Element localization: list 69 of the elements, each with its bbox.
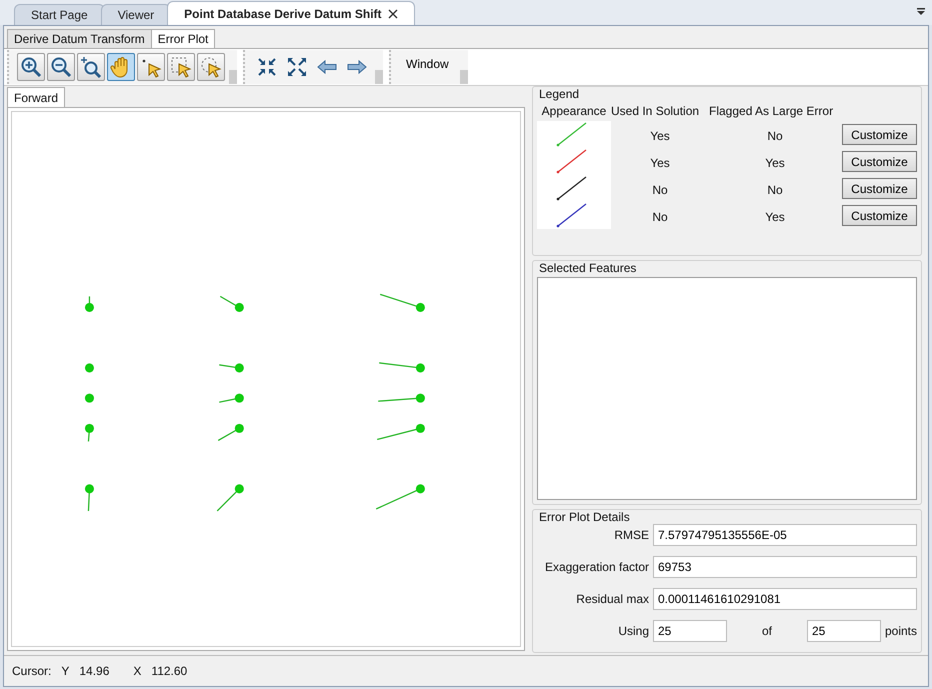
customize-button[interactable]: Customize [842, 151, 917, 172]
status-value: 14.96 [79, 664, 110, 678]
field-label: Residual max [575, 592, 649, 606]
table-cell-text: No [651, 182, 669, 197]
error-vector [219, 394, 244, 403]
customize-button[interactable]: Customize [842, 205, 917, 226]
zoom-in-icon [20, 56, 42, 78]
error-vector [220, 296, 244, 312]
error-vector [379, 362, 425, 372]
zoom-out-icon [50, 56, 72, 78]
column-header: Flagged As Large Error [709, 104, 834, 118]
arrows-outward-icon [286, 56, 308, 78]
field-label: of [760, 624, 773, 638]
circle-pointer-icon [200, 56, 222, 78]
document-tab[interactable]: Point Database Derive Datum Shift [167, 1, 415, 25]
error-vector [376, 484, 425, 510]
magnifier-plus-icon [80, 56, 102, 78]
rectangle-pointer-icon [170, 56, 192, 78]
error-vector [216, 484, 244, 512]
text-field[interactable]: 69753 [653, 556, 917, 578]
tab[interactable]: Derive Datum Transform [7, 29, 152, 48]
error-vector [219, 363, 244, 372]
toolbar-button[interactable] [17, 53, 45, 81]
toolbar-button[interactable] [197, 53, 225, 81]
close-icon [388, 8, 398, 18]
error-vector [84, 394, 94, 403]
toolbar-button[interactable] [167, 53, 195, 81]
arrows-inward-icon [256, 56, 278, 78]
error-vector [218, 424, 244, 441]
customize-button[interactable]: Customize [842, 124, 917, 145]
toolbar-button[interactable] [77, 53, 105, 81]
tab[interactable]: Error Plot [150, 29, 216, 48]
error-vector [84, 296, 94, 312]
text-field[interactable]: 0.00011461610291081 [653, 588, 917, 610]
table-cell-text: Yes [649, 155, 671, 170]
table-cell-text: No [766, 182, 784, 197]
toolbar-overflow-grip[interactable] [229, 70, 237, 84]
table-cell-text: Yes [649, 128, 671, 143]
column-header: Appearance [540, 104, 608, 118]
tab[interactable]: Forward [7, 87, 66, 107]
table-cell-text: Yes [764, 155, 786, 170]
field-label: Exaggeration factor [544, 560, 649, 574]
table-cell-text: Yes [764, 209, 786, 224]
table-cell-text: No [651, 209, 669, 224]
table-cell-text: No [766, 128, 784, 143]
status-label: Cursor: [12, 664, 52, 678]
error-vector [84, 363, 94, 372]
status-label: Y [61, 664, 70, 678]
error-vector [378, 394, 425, 403]
field-label: points [884, 624, 917, 638]
toolbar-button[interactable] [47, 53, 75, 81]
column-header: Used In Solution [611, 104, 700, 118]
error-vector [380, 294, 425, 312]
document-tab[interactable]: Start Page [14, 4, 105, 25]
field-label: Using [617, 624, 649, 638]
text-field[interactable]: 7.57974795135556E-05 [653, 524, 917, 546]
menu-caret-icon [916, 8, 926, 16]
status-label: X [133, 664, 142, 678]
error-vector [377, 424, 425, 440]
text-field[interactable]: 25 [806, 620, 881, 642]
toolbar-overflow-grip[interactable] [375, 70, 383, 84]
toolbar-overflow-grip[interactable] [460, 70, 468, 84]
field-label: RMSE [613, 528, 649, 542]
toolbar-button[interactable] [137, 53, 165, 81]
status-value: 112.60 [151, 664, 188, 678]
error-vector [84, 424, 94, 442]
text-field[interactable]: 25 [653, 620, 727, 642]
customize-button[interactable]: Customize [842, 178, 917, 199]
error-vector [84, 484, 94, 512]
